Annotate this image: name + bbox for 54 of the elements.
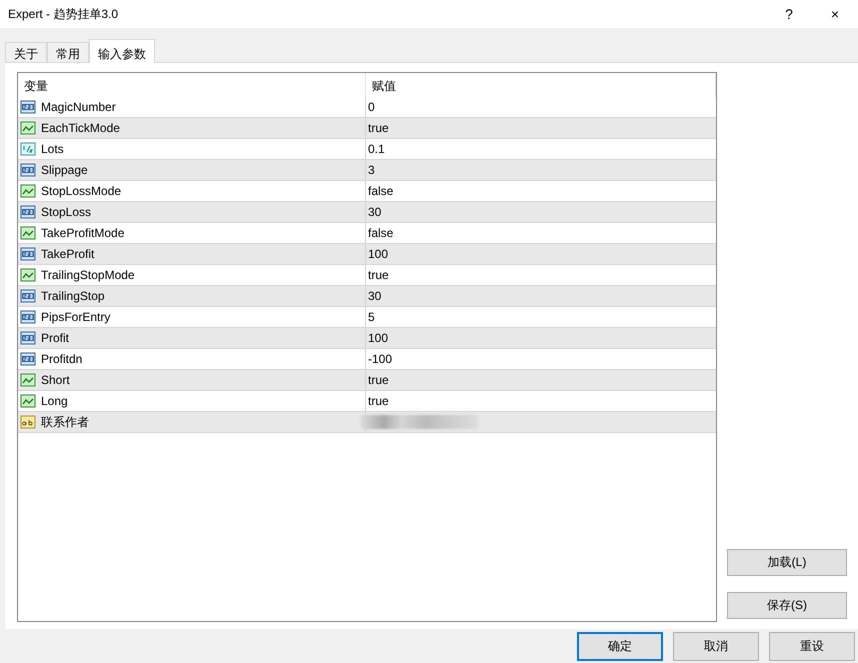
parameter-value[interactable]: 100 [368, 247, 388, 261]
parameter-name: TakeProfitMode [41, 226, 124, 240]
number-icon [20, 99, 36, 115]
parameter-name: Long [41, 394, 68, 408]
parameter-name: PipsForEntry [41, 310, 110, 324]
parameter-name: Slippage [41, 163, 88, 177]
parameter-value[interactable]: 30 [368, 289, 382, 303]
tab[interactable]: 输入参数 [89, 39, 155, 63]
side-button[interactable]: 加载(L) [727, 549, 847, 576]
parameter-value[interactable]: true [368, 373, 389, 387]
parameter-name: TrailingStop [41, 289, 105, 303]
tab[interactable]: 常用 [47, 42, 89, 62]
tab[interactable]: 关于 [5, 42, 47, 62]
parameter-value[interactable]: true [368, 394, 389, 408]
dialog-button[interactable]: 重设 [769, 632, 855, 661]
number-icon [20, 309, 36, 325]
number-icon [20, 288, 36, 304]
parameter-value[interactable]: 5 [368, 310, 375, 324]
parameter-name: Lots [41, 142, 64, 156]
parameter-name: MagicNumber [41, 100, 116, 114]
parameter-name: Profit [41, 331, 70, 345]
parameter-name: StopLoss [41, 205, 92, 219]
parameter-name: 联系作者 [41, 414, 89, 430]
parameter-value[interactable]: 100 [368, 331, 388, 345]
number-icon [20, 351, 36, 367]
dialog-button[interactable]: 确定 [577, 632, 663, 661]
parameter-value[interactable]: 30 [368, 205, 382, 219]
parameter-name: StopLossMode [41, 184, 122, 198]
parameter-name: Short [41, 373, 70, 387]
parameter-value[interactable]: 0.1 [368, 142, 385, 156]
close-button[interactable]: × [812, 6, 858, 22]
parameter-name: TrailingStopMode [41, 268, 135, 282]
dialog-button[interactable]: 取消 [673, 632, 759, 661]
parameter-value[interactable]: 3 [368, 163, 375, 177]
parameter-value[interactable]: false [368, 184, 394, 198]
parameter-value[interactable]: true [368, 268, 389, 282]
parameter-name: EachTickMode [41, 121, 120, 135]
parameter-name: Profitdn [41, 352, 82, 366]
text-type-icon [20, 414, 36, 430]
window-title: Expert - 趋势挂单3.0 [8, 6, 120, 22]
parameter-name: TakeProfit [41, 247, 94, 261]
number-icon [20, 246, 36, 262]
column-header[interactable]: 赋值 [366, 73, 716, 97]
parameter-value[interactable]: 0 [368, 100, 375, 114]
number-icon [20, 330, 36, 346]
side-button[interactable]: 保存(S) [727, 592, 847, 619]
parameter-value[interactable]: false [368, 226, 394, 240]
column-header[interactable]: 变量 [18, 73, 366, 97]
fraction-icon [20, 141, 36, 157]
number-icon [20, 204, 36, 220]
parameter-value[interactable]: -100 [368, 352, 392, 366]
number-icon [20, 162, 36, 178]
parameter-value[interactable]: true [368, 121, 389, 135]
help-button[interactable]: ? [766, 6, 812, 22]
